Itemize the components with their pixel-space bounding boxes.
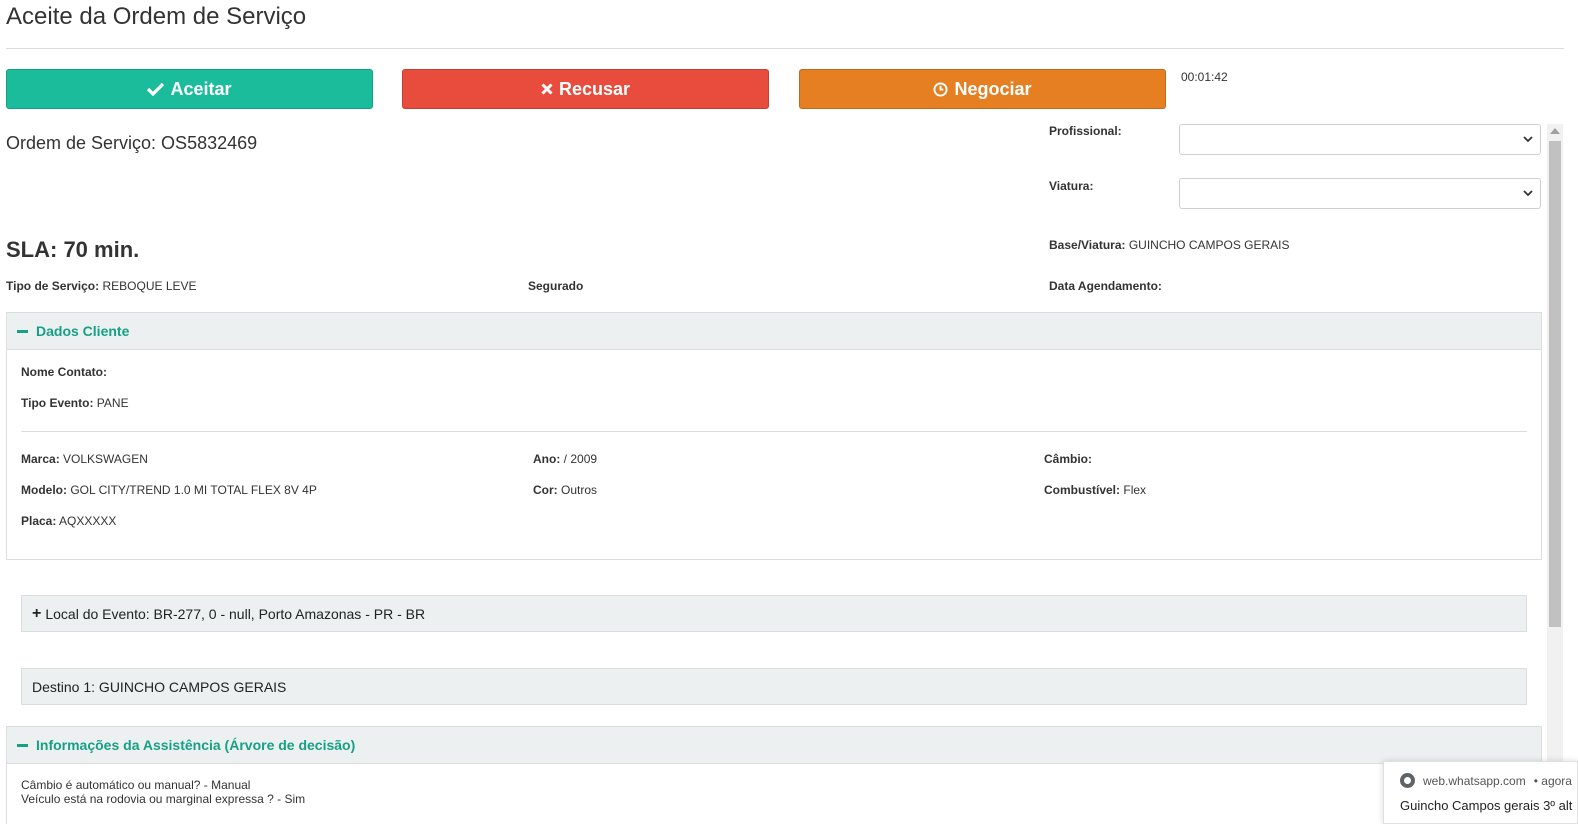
model-label: Modelo: (21, 483, 67, 497)
destination-text: Destino 1: GUINCHO CAMPOS GERAIS (32, 678, 287, 695)
accept-button[interactable]: Aceitar (6, 69, 373, 109)
plate-label: Placa: (21, 514, 57, 528)
contact-name-label: Nome Contato: (21, 365, 107, 379)
scroll-up-arrow-icon[interactable] (1550, 128, 1560, 134)
notification-message: Guincho Campos gerais 3º alt (1400, 798, 1573, 813)
event-type-info: Tipo Evento: PANE (21, 396, 129, 410)
plus-icon: + (32, 604, 42, 622)
color-value: Outros (561, 483, 598, 497)
service-type-value: REBOQUE LEVE (102, 279, 197, 293)
fuel-info: Combustível: Flex (1044, 483, 1146, 497)
title-divider (6, 48, 1564, 49)
chevron-down-icon (1523, 190, 1533, 197)
client-data-title: Dados Cliente (36, 323, 130, 339)
chrome-icon (1400, 773, 1415, 788)
order-number: Ordem de Serviço: OS5832469 (6, 133, 258, 153)
assistance-line: Câmbio é automático ou manual? - Manual (21, 778, 251, 792)
refuse-button-label: Recusar (558, 78, 631, 99)
model-value: GOL CITY/TREND 1.0 MI TOTAL FLEX 8V 4P (70, 483, 317, 497)
base-vehicle-value: GUINCHO CAMPOS GERAIS (1128, 238, 1290, 252)
color-info: Cor: Outros (533, 483, 597, 497)
assistance-line: Veículo está na rodovia ou marginal expr… (21, 792, 306, 806)
negotiate-button[interactable]: Negociar (799, 69, 1166, 109)
gearbox-info: Câmbio: (1044, 452, 1092, 466)
plate-value: AQXXXXX (59, 514, 117, 528)
chevron-down-icon (1523, 136, 1533, 143)
event-location-text: Local do Evento: BR-277, 0 - null, Porto… (45, 605, 426, 622)
clock-icon (933, 81, 949, 97)
negotiate-button-label: Negociar (954, 78, 1032, 99)
contact-name-info: Nome Contato: (21, 365, 107, 379)
assistance-title: Informações da Assistência (Árvore de de… (36, 737, 356, 753)
refuse-button[interactable]: Recusar (402, 69, 769, 109)
year-info: Ano: / 2009 (533, 452, 597, 466)
page-title: Aceite da Ordem de Serviço (6, 3, 307, 30)
notification-time: • agora (1533, 773, 1572, 788)
assistance-panel: Informações da Assistência (Árvore de de… (6, 726, 1542, 824)
color-label: Cor: (533, 483, 558, 497)
brand-info: Marca: VOLKSWAGEN (21, 452, 148, 466)
minus-icon (17, 329, 28, 333)
event-type-label: Tipo Evento: (21, 396, 94, 410)
gearbox-label: Câmbio: (1044, 452, 1092, 466)
plate-info: Placa: AQXXXXX (21, 514, 116, 528)
client-data-header[interactable]: Dados Cliente (7, 313, 1541, 350)
event-location-bar[interactable]: + Local do Evento: BR-277, 0 - null, Por… (21, 595, 1527, 632)
schedule-label: Data Agendamento: (1049, 279, 1162, 293)
close-icon (541, 83, 553, 95)
event-type-value: PANE (96, 396, 129, 410)
schedule-info: Data Agendamento: (1049, 279, 1162, 293)
assistance-header[interactable]: Informações da Assistência (Árvore de de… (7, 727, 1541, 764)
base-vehicle-info: Base/Viatura: GUINCHO CAMPOS GERAIS (1049, 238, 1290, 252)
vehicle-select[interactable] (1179, 178, 1541, 209)
scrollbar-thumb[interactable] (1549, 141, 1561, 627)
notification-header: web.whatsapp.com • agora (1400, 773, 1572, 788)
fuel-value: Flex (1123, 483, 1147, 497)
service-type-label: Tipo de Serviço: (6, 279, 100, 293)
brand-label: Marca: (21, 452, 60, 466)
notification-source: web.whatsapp.com (1423, 773, 1526, 788)
destination-bar: Destino 1: GUINCHO CAMPOS GERAIS (21, 668, 1527, 705)
browser-notification[interactable]: web.whatsapp.com • agora Guincho Campos … (1383, 761, 1578, 824)
countdown-timer: 00:01:42 (1181, 70, 1228, 84)
model-info: Modelo: GOL CITY/TREND 1.0 MI TOTAL FLEX… (21, 483, 317, 497)
insured-label: Segurado (528, 279, 584, 293)
service-type-info: Tipo de Serviço: REBOQUE LEVE (6, 279, 197, 293)
accept-button-label: Aceitar (170, 78, 232, 99)
vehicle-label: Viatura: (1049, 179, 1094, 193)
fuel-label: Combustível: (1044, 483, 1121, 497)
client-divider (21, 431, 1527, 432)
client-data-panel: Dados Cliente (6, 312, 1542, 560)
professional-label: Profissional: (1049, 124, 1122, 138)
brand-value: VOLKSWAGEN (63, 452, 148, 466)
year-value: / 2009 (563, 452, 598, 466)
base-vehicle-label: Base/Viatura: (1049, 238, 1126, 252)
check-icon (147, 82, 165, 96)
sla-text: SLA: 70 min. (6, 237, 140, 262)
minus-icon (17, 743, 28, 747)
professional-select[interactable] (1179, 124, 1541, 155)
year-label: Ano: (533, 452, 561, 466)
